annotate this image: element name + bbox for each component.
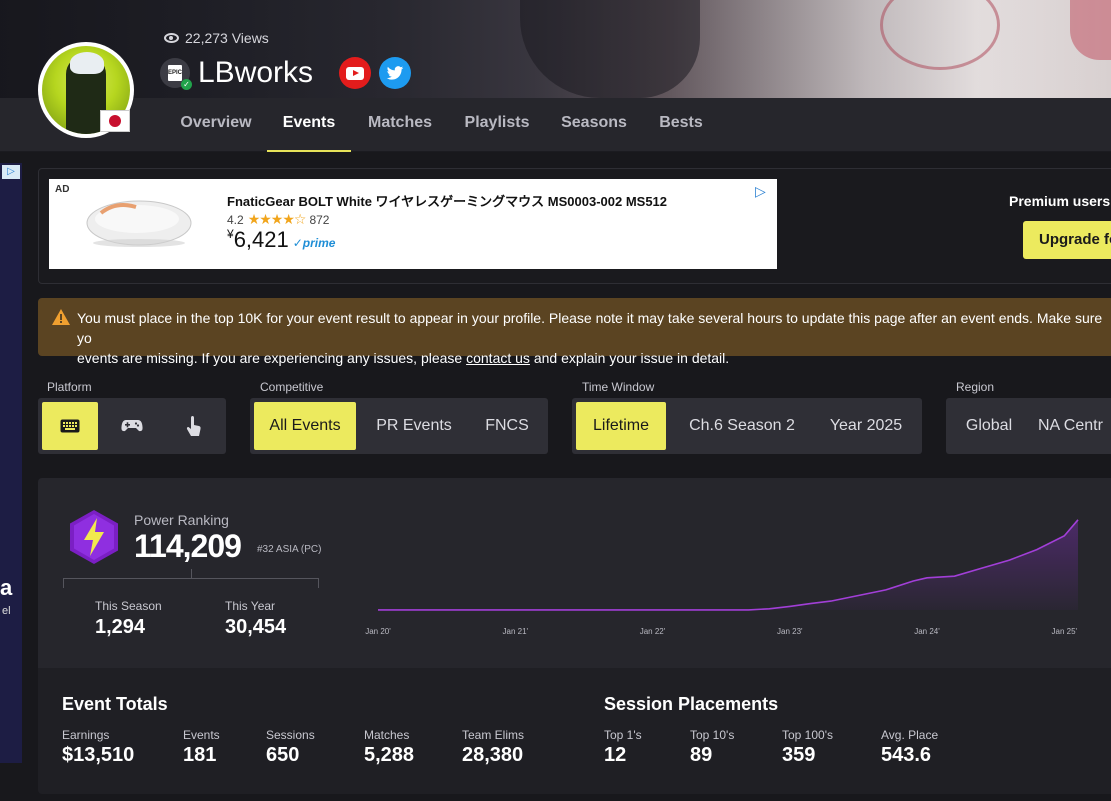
top1-label: Top 1's bbox=[604, 728, 642, 742]
avg-place-label: Avg. Place bbox=[881, 728, 939, 742]
japan-flag-icon bbox=[100, 110, 130, 132]
tab-matches[interactable]: Matches bbox=[355, 98, 445, 152]
events-label: Events bbox=[183, 728, 220, 742]
twitter-icon[interactable] bbox=[379, 57, 412, 89]
event-totals-panel: Event Totals Earnings $13,510 Events 181… bbox=[38, 668, 1111, 794]
matches-value: 5,288 bbox=[364, 744, 415, 766]
adchoices-icon[interactable]: ▷ bbox=[2, 165, 20, 179]
contact-us-link[interactable]: contact us bbox=[466, 350, 530, 366]
avg-place-value: 543.6 bbox=[881, 744, 932, 766]
chart-x-tick: Jan 24' bbox=[914, 627, 940, 636]
profile-nav: Overview Events Matches Playlists Season… bbox=[0, 98, 1111, 152]
region-filter-label: Region bbox=[956, 380, 995, 394]
tab-overview[interactable]: Overview bbox=[168, 98, 264, 152]
warning-icon bbox=[52, 309, 70, 325]
notice-banner: You must place in the top 10K for your e… bbox=[38, 298, 1111, 366]
top10-label: Top 10's bbox=[690, 728, 735, 742]
earnings-value: $13,510 bbox=[62, 744, 135, 766]
premium-text: Premium users bbox=[1009, 193, 1111, 209]
gaming-mouse-image bbox=[86, 200, 192, 247]
power-ranking-icon bbox=[70, 510, 118, 564]
verified-check-icon: ✓ bbox=[181, 79, 192, 90]
stats-divider bbox=[63, 569, 319, 588]
platform-keyboard-button[interactable] bbox=[42, 402, 98, 450]
epic-games-icon: EPIC ✓ bbox=[160, 58, 192, 90]
view-count: 22,273 Views bbox=[164, 30, 269, 46]
keyboard-icon bbox=[60, 419, 80, 433]
regional-rank: #32 ASIA (PC) bbox=[257, 544, 322, 555]
sessions-label: Sessions bbox=[266, 728, 315, 742]
side-ad[interactable]: ▷ a el bbox=[0, 163, 22, 763]
chart-x-tick: Jan 21' bbox=[503, 627, 529, 636]
chart-x-tick: Jan 25' bbox=[1052, 627, 1078, 636]
top10-value: 89 bbox=[690, 744, 713, 766]
platform-filter bbox=[38, 398, 226, 454]
team-elims-value: 28,380 bbox=[462, 744, 524, 766]
competitive-fncs-button[interactable]: FNCS bbox=[470, 402, 544, 450]
ad-container: AD FnaticGear BOLT White ワイヤレスゲーミングマウス M… bbox=[38, 168, 1111, 284]
earnings-label: Earnings bbox=[62, 728, 110, 742]
team-elims-label: Team Elims bbox=[462, 728, 525, 742]
event-totals-title: Event Totals bbox=[62, 694, 168, 714]
region-filter: Global NA Centr bbox=[946, 398, 1111, 454]
ad-banner[interactable]: AD FnaticGear BOLT White ワイヤレスゲーミングマウス M… bbox=[49, 179, 777, 269]
time-lifetime-button[interactable]: Lifetime bbox=[576, 402, 666, 450]
power-ranking-value: 114,209 bbox=[134, 528, 242, 564]
time-window-filter: Lifetime Ch.6 Season 2 Year 2025 bbox=[572, 398, 922, 454]
chart-x-tick: Jan 20' bbox=[365, 627, 391, 636]
platform-controller-button[interactable] bbox=[102, 402, 162, 450]
power-ranking-panel: Power Ranking 114,209 #32 ASIA (PC) This… bbox=[38, 478, 1111, 668]
ad-product-title[interactable]: FnaticGear BOLT White ワイヤレスゲーミングマウス MS00… bbox=[227, 191, 667, 210]
adchoices-icon[interactable]: ▷ bbox=[755, 183, 771, 199]
ad-label: AD bbox=[55, 184, 70, 195]
power-ranking-label: Power Ranking bbox=[134, 512, 229, 528]
power-ranking-chart[interactable]: Jan 20' Jan 21' Jan 22' Jan 23' Jan 24' Jan 2… bbox=[338, 508, 1088, 668]
chart-area-fill bbox=[378, 519, 1078, 610]
time-season-button[interactable]: Ch.6 Season 2 bbox=[676, 402, 808, 450]
prime-badge: ✓prime bbox=[292, 236, 336, 250]
eye-icon bbox=[164, 33, 179, 43]
sessions-value: 650 bbox=[266, 744, 300, 766]
events-value: 181 bbox=[183, 744, 217, 766]
competitive-pr-events-button[interactable]: PR Events bbox=[364, 402, 464, 450]
tab-seasons[interactable]: Seasons bbox=[550, 98, 638, 152]
views-text: 22,273 Views bbox=[185, 30, 269, 46]
chart-x-tick: Jan 23' bbox=[777, 627, 803, 636]
session-placements-title: Session Placements bbox=[604, 694, 779, 714]
this-year-label: This Year bbox=[225, 599, 276, 613]
this-season-label: This Season bbox=[95, 599, 162, 613]
top1-value: 12 bbox=[604, 744, 627, 766]
gamepad-icon bbox=[121, 419, 143, 431]
region-na-central-button[interactable]: NA Centr bbox=[1038, 402, 1111, 450]
chart-x-tick: Jan 22' bbox=[640, 627, 666, 636]
top100-label: Top 100's bbox=[782, 728, 833, 742]
competitive-filter-label: Competitive bbox=[260, 380, 324, 394]
upgrade-button[interactable]: Upgrade fo bbox=[1023, 221, 1111, 259]
top100-value: 359 bbox=[782, 744, 816, 766]
competitive-all-events-button[interactable]: All Events bbox=[254, 402, 356, 450]
this-season-value: 1,294 bbox=[95, 616, 146, 638]
matches-label: Matches bbox=[364, 728, 410, 742]
notice-text: You must place in the top 10K for your e… bbox=[77, 310, 1103, 366]
platform-filter-label: Platform bbox=[47, 380, 92, 394]
tab-playlists[interactable]: Playlists bbox=[452, 98, 542, 152]
tab-events[interactable]: Events bbox=[267, 98, 351, 152]
ad-price: ¥6,421 ✓prime bbox=[227, 227, 336, 252]
player-header: EPIC ✓ LBworks bbox=[160, 56, 419, 90]
youtube-icon[interactable] bbox=[339, 57, 372, 89]
time-window-filter-label: Time Window bbox=[582, 380, 655, 394]
competitive-filter: All Events PR Events FNCS bbox=[250, 398, 548, 454]
platform-touch-button[interactable] bbox=[166, 402, 222, 450]
time-year-button[interactable]: Year 2025 bbox=[816, 402, 916, 450]
player-name: LBworks bbox=[198, 56, 314, 89]
touch-icon bbox=[186, 415, 201, 436]
ad-rating: 4.2 ★★★★☆ 872 bbox=[227, 211, 330, 227]
tab-bests[interactable]: Bests bbox=[646, 98, 716, 152]
region-global-button[interactable]: Global bbox=[950, 402, 1028, 450]
star-rating-icon: ★★★★☆ bbox=[247, 211, 307, 227]
this-year-value: 30,454 bbox=[225, 616, 287, 638]
